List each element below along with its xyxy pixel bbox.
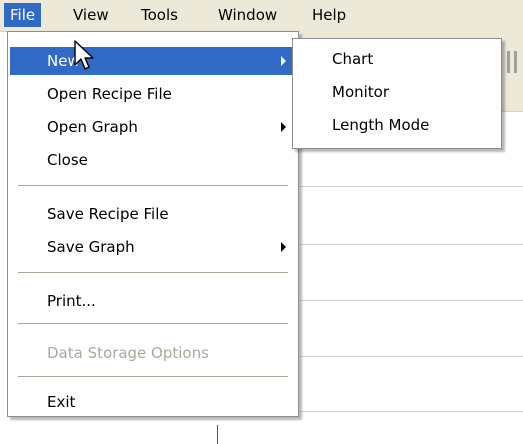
menu-item-label: Save Graph bbox=[47, 238, 135, 256]
grid-line bbox=[300, 356, 523, 357]
grid-line bbox=[300, 244, 523, 245]
submenu-item-label: Monitor bbox=[332, 83, 390, 101]
menu-separator bbox=[18, 376, 288, 378]
menu-window[interactable]: Window bbox=[212, 3, 283, 27]
menu-item-new[interactable]: New bbox=[10, 47, 296, 75]
menu-separator bbox=[18, 185, 288, 187]
menu-file[interactable]: File bbox=[4, 3, 42, 27]
submenu-item-monitor[interactable]: Monitor bbox=[295, 78, 499, 106]
menu-item-label: Open Graph bbox=[47, 118, 138, 136]
menu-item-exit[interactable]: Exit bbox=[10, 388, 296, 416]
submenu-item-label: Chart bbox=[332, 50, 374, 68]
menu-bar: File View Tools Window Help bbox=[0, 0, 523, 32]
menu-help[interactable]: Help bbox=[306, 3, 352, 27]
menu-item-close[interactable]: Close bbox=[10, 146, 296, 174]
submenu-item-label: Length Mode bbox=[332, 116, 430, 134]
ruler-tick bbox=[217, 425, 218, 444]
menu-item-open-graph[interactable]: Open Graph bbox=[10, 113, 296, 141]
menu-view[interactable]: View bbox=[67, 3, 115, 27]
triangle-right-icon bbox=[281, 122, 286, 132]
arrow-pointer-icon bbox=[74, 40, 94, 70]
menu-item-label: Exit bbox=[47, 393, 76, 411]
submenu-item-chart[interactable]: Chart bbox=[295, 45, 499, 73]
menu-item-label: Open Recipe File bbox=[47, 85, 172, 103]
menu-tools[interactable]: Tools bbox=[135, 3, 184, 27]
triangle-right-icon bbox=[281, 242, 286, 252]
menu-separator bbox=[18, 272, 288, 274]
menu-separator bbox=[18, 323, 288, 325]
new-submenu: Chart Monitor Length Mode bbox=[292, 38, 502, 149]
menu-item-label: Save Recipe File bbox=[47, 205, 169, 223]
toolbar-separator bbox=[514, 51, 517, 73]
menu-item-save-graph[interactable]: Save Graph bbox=[10, 233, 296, 261]
menu-item-label: Print... bbox=[47, 292, 96, 310]
submenu-item-length-mode[interactable]: Length Mode bbox=[295, 111, 499, 139]
menu-item-label: Close bbox=[47, 151, 88, 169]
toolbar-separator bbox=[507, 51, 510, 73]
grid-line bbox=[300, 186, 523, 187]
menu-item-save-recipe-file[interactable]: Save Recipe File bbox=[10, 200, 296, 228]
menu-item-label: Data Storage Options bbox=[47, 344, 209, 362]
menu-item-open-recipe-file[interactable]: Open Recipe File bbox=[10, 80, 296, 108]
grid-line bbox=[300, 300, 523, 301]
menu-item-print[interactable]: Print... bbox=[10, 287, 296, 315]
triangle-right-icon bbox=[281, 56, 286, 66]
grid-line bbox=[300, 411, 523, 412]
menu-item-data-storage-options: Data Storage Options bbox=[10, 339, 296, 367]
file-menu: New Open Recipe File Open Graph Close Sa… bbox=[7, 31, 299, 417]
